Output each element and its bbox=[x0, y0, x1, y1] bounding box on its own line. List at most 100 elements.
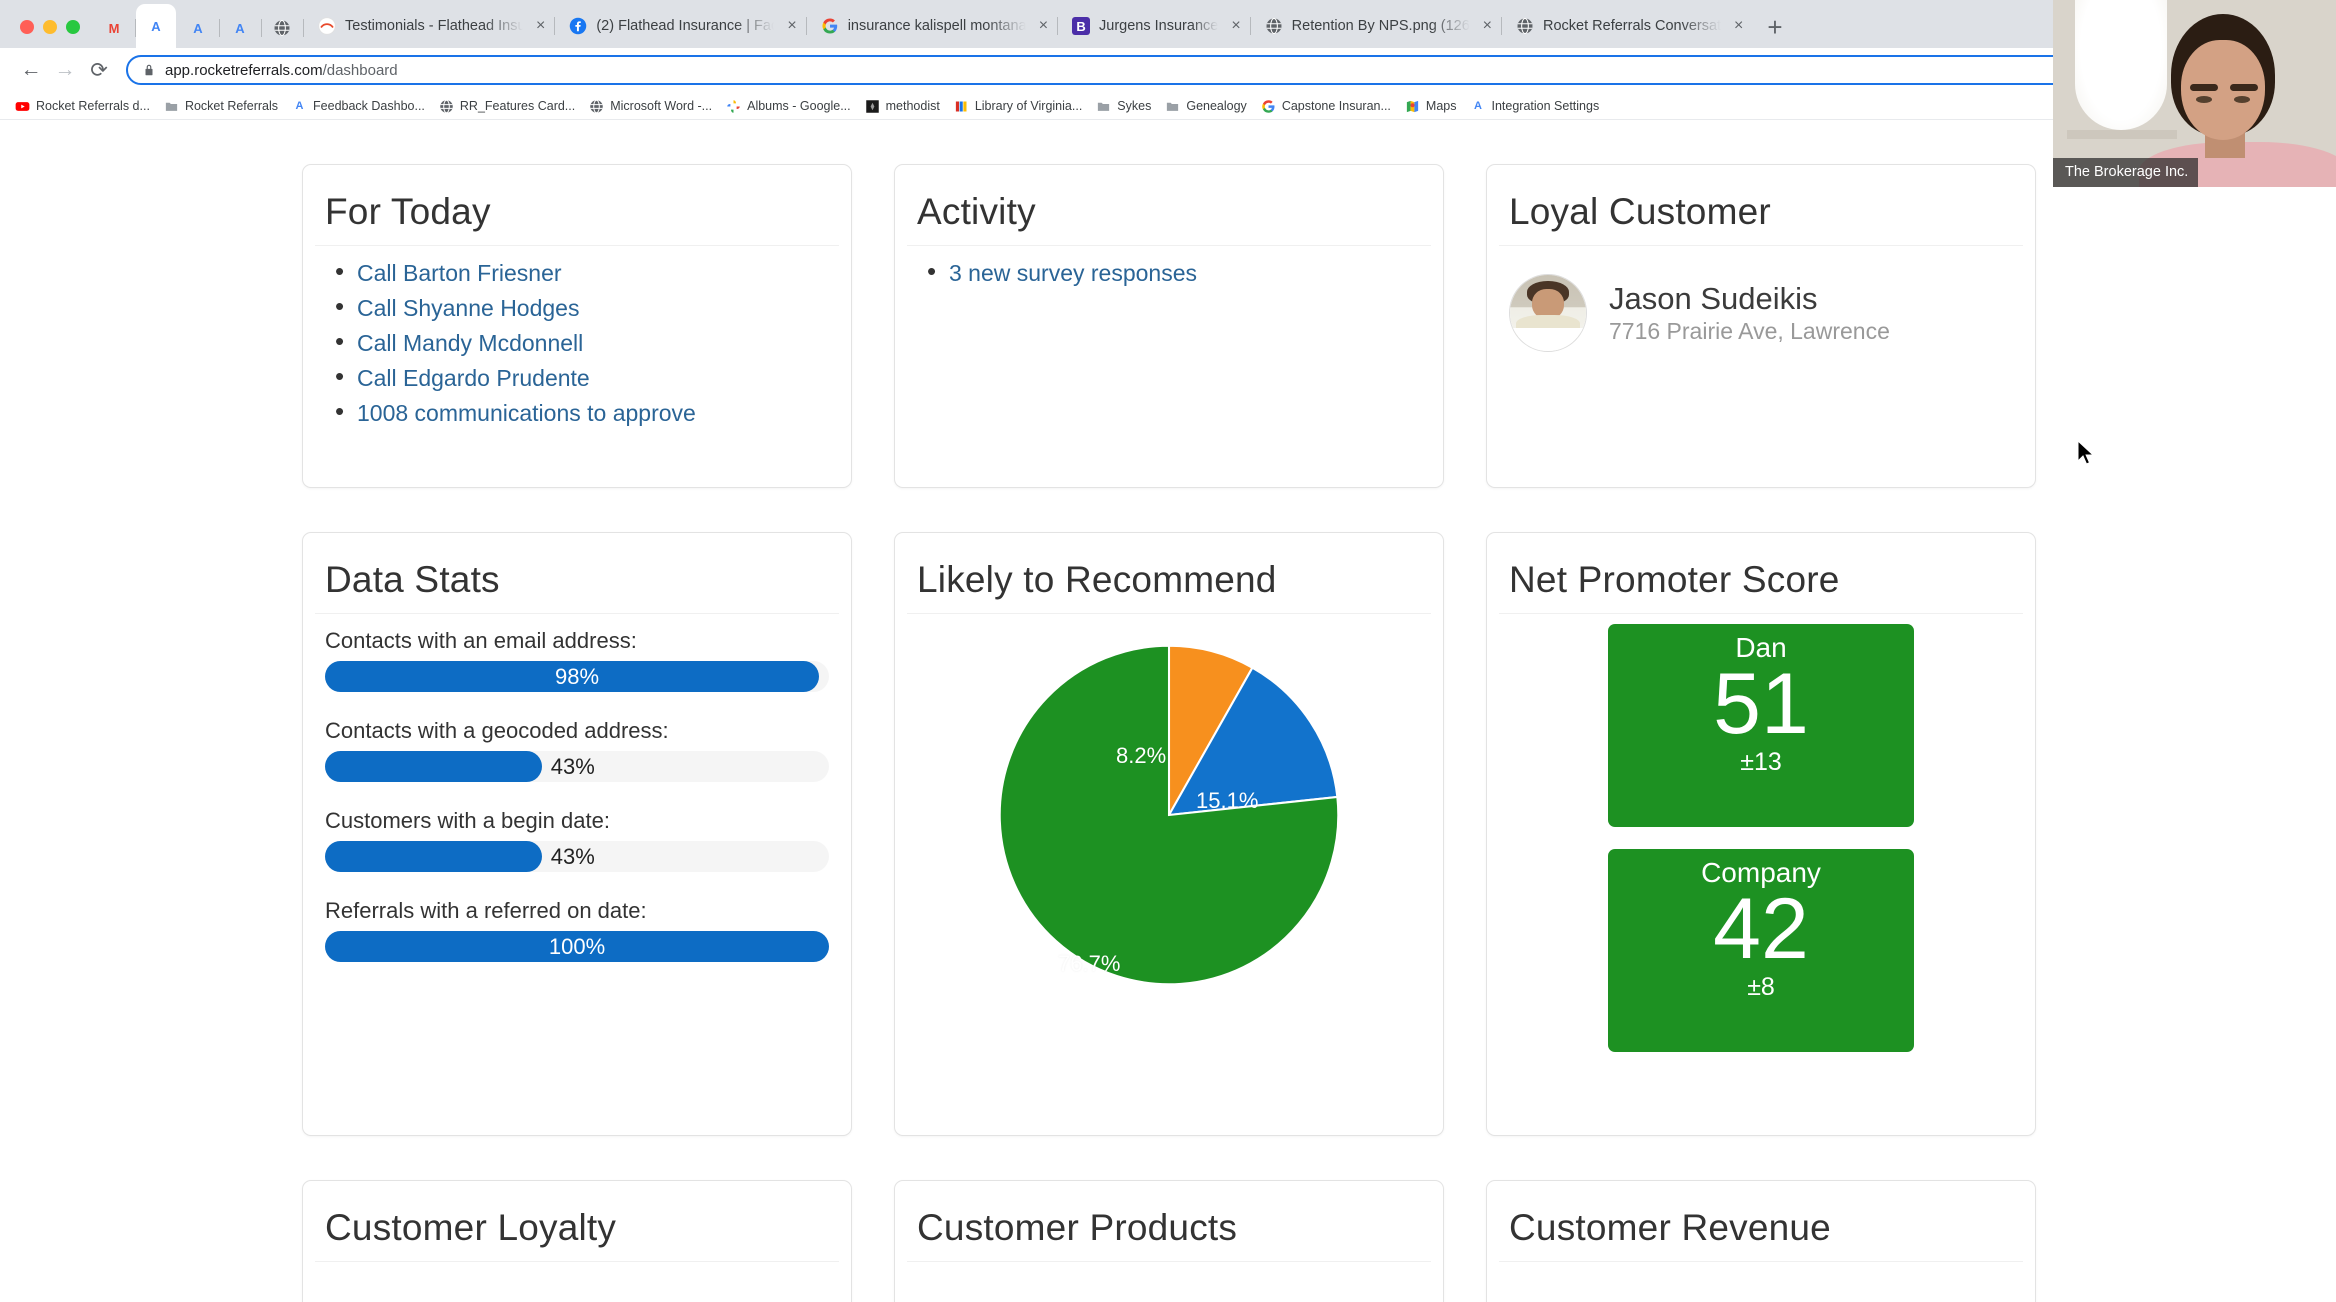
bookmark-item[interactable]: methodist bbox=[858, 97, 947, 116]
bookmark-item[interactable]: Capstone Insuran... bbox=[1254, 97, 1398, 116]
nps-tile-dan[interactable]: Dan 51 ±13 bbox=[1608, 624, 1914, 827]
activity-link[interactable]: 3 new survey responses bbox=[949, 260, 1197, 286]
nps-margin: ±13 bbox=[1740, 748, 1782, 777]
bookmark-item[interactable]: Rocket Referrals d... bbox=[8, 97, 157, 116]
bookmark-item[interactable]: Genealogy bbox=[1158, 97, 1253, 116]
for-today-link[interactable]: 1008 communications to approve bbox=[357, 400, 696, 426]
browser-window: M A A A Testimonials - Flathead Insu × (… bbox=[0, 0, 2336, 1302]
nps-tile-company[interactable]: Company 42 ±8 bbox=[1608, 849, 1914, 1052]
webcam-overlay[interactable]: The Brokerage Inc. bbox=[2053, 0, 2336, 187]
window-controls bbox=[10, 20, 94, 48]
forward-button[interactable]: → bbox=[48, 53, 82, 87]
gmail-pinned-tab[interactable]: M bbox=[94, 8, 136, 48]
globe-icon bbox=[1266, 17, 1282, 35]
list-item: Call Edgardo Prudente bbox=[325, 363, 829, 392]
data-stats-card: Data Stats Contacts with an email addres… bbox=[302, 532, 852, 1136]
address-bar[interactable]: app.rocketreferrals.com/dashboard bbox=[126, 55, 2257, 85]
tab-label: (2) Flathead Insurance | Facebook bbox=[596, 18, 774, 34]
bookmark-item[interactable]: Library of Virginia... bbox=[947, 97, 1089, 116]
globe-icon bbox=[1517, 17, 1533, 35]
dashboard-page: For Today Call Barton Friesner Call Shya… bbox=[0, 120, 2336, 1302]
rocket-referrals-icon bbox=[318, 17, 336, 35]
list-item: Call Shyanne Hodges bbox=[325, 293, 829, 322]
bitmoji-icon: B bbox=[1072, 17, 1091, 35]
loyal-customer-row[interactable]: Jason Sudeikis 7716 Prairie Ave, Lawrenc… bbox=[1509, 260, 2013, 352]
docs-pinned-tab-3[interactable]: A bbox=[220, 8, 262, 48]
back-button[interactable]: ← bbox=[14, 53, 48, 87]
bookmark-item[interactable]: Maps bbox=[1398, 97, 1464, 116]
data-stats-title: Data Stats bbox=[325, 559, 500, 600]
bookmark-label: Microsoft Word -... bbox=[610, 99, 713, 113]
close-window-button[interactable] bbox=[20, 20, 34, 34]
close-tab-button[interactable]: × bbox=[1035, 18, 1052, 34]
folder-icon bbox=[165, 102, 178, 111]
list-item: Call Mandy Mcdonnell bbox=[325, 328, 829, 357]
pie-svg bbox=[998, 644, 1340, 986]
folder-icon bbox=[1167, 102, 1179, 111]
bookmark-label: Feedback Dashbo... bbox=[313, 99, 425, 113]
reload-button[interactable]: ⟳ bbox=[82, 53, 116, 87]
tab-testimonials[interactable]: Testimonials - Flathead Insurance × bbox=[304, 4, 555, 48]
bookmark-label: methodist bbox=[885, 99, 940, 113]
bookmark-item[interactable]: Sykes bbox=[1089, 97, 1158, 116]
tab-rocket-referrals-conversations[interactable]: Rocket Referrals Conversations × bbox=[1501, 4, 1753, 48]
for-today-link[interactable]: Call Shyanne Hodges bbox=[357, 295, 579, 321]
google-icon bbox=[1262, 99, 1275, 113]
list-item: 1008 communications to approve bbox=[325, 398, 829, 427]
pie-label-promoters: 76.7% bbox=[1058, 951, 1121, 976]
docs-pinned-tab-1[interactable]: A bbox=[136, 4, 176, 48]
maximize-window-button[interactable] bbox=[66, 20, 80, 34]
close-tab-button[interactable]: × bbox=[1227, 18, 1244, 34]
bookmark-item[interactable]: Albums - Google... bbox=[719, 97, 858, 116]
likely-to-recommend-pie-chart[interactable]: 8.2% 15.1% 76.7% bbox=[998, 644, 1340, 986]
for-today-link[interactable]: Call Mandy Mcdonnell bbox=[357, 330, 583, 356]
pie-label-passives: 8.2% bbox=[1116, 743, 1167, 768]
stat-referred-on-date: Referrals with a referred on date: 100% bbox=[325, 898, 829, 962]
bookmarks-bar: Rocket Referrals d... Rocket Referrals A… bbox=[0, 93, 2336, 120]
customer-loyalty-title: Customer Loyalty bbox=[325, 1207, 617, 1248]
docs-icon: A bbox=[151, 18, 161, 34]
tab-jurgens-insurance[interactable]: B Jurgens Insurance × bbox=[1057, 4, 1251, 48]
tab-retention-by-nps[interactable]: Retention By NPS.png (1264×... × bbox=[1249, 4, 1502, 48]
bookmark-item[interactable]: A Feedback Dashbo... bbox=[285, 97, 432, 116]
close-tab-button[interactable]: × bbox=[783, 18, 800, 34]
minimize-window-button[interactable] bbox=[43, 20, 57, 34]
new-tab-button[interactable]: + bbox=[1753, 14, 1796, 48]
nps-value: 42 bbox=[1713, 880, 1809, 977]
progress-bar: 43% bbox=[325, 841, 829, 872]
tab-facebook[interactable]: (2) Flathead Insurance | Facebook × bbox=[554, 4, 806, 48]
close-tab-button[interactable]: × bbox=[532, 18, 549, 34]
for-today-link[interactable]: Call Barton Friesner bbox=[357, 260, 562, 286]
tab-label: Rocket Referrals Conversations bbox=[1543, 18, 1722, 34]
stat-value: 98% bbox=[554, 663, 600, 689]
progress-bar: 98% bbox=[325, 661, 829, 692]
tab-label: Testimonials - Flathead Insurance bbox=[345, 18, 523, 34]
bookmark-item[interactable]: Rocket Referrals bbox=[157, 97, 285, 116]
bookmark-item[interactable]: RR_Features Card... bbox=[432, 97, 582, 116]
gmail-icon: M bbox=[108, 20, 120, 36]
bookmark-label: Sykes bbox=[1117, 99, 1152, 113]
docs-pinned-tab-2[interactable]: A bbox=[178, 8, 220, 48]
bookmark-label: Albums - Google... bbox=[747, 99, 851, 113]
loyal-customer-title: Loyal Customer bbox=[1509, 191, 1771, 232]
nps-value: 51 bbox=[1713, 655, 1809, 752]
bookmark-item[interactable]: A Integration Settings bbox=[1464, 97, 1607, 116]
for-today-link[interactable]: Call Edgardo Prudente bbox=[357, 365, 590, 391]
tab-google-search[interactable]: insurance kalispell montana - Google Sea… bbox=[805, 4, 1058, 48]
divider bbox=[1499, 1261, 2023, 1262]
dashboard-row-2: Data Stats Contacts with an email addres… bbox=[0, 488, 2336, 1136]
list-item: 3 new survey responses bbox=[917, 258, 1421, 287]
docs-icon: A bbox=[295, 99, 304, 112]
stat-label: Contacts with an email address: bbox=[325, 628, 637, 653]
dark-icon bbox=[865, 99, 879, 113]
close-tab-button[interactable]: × bbox=[1479, 18, 1496, 34]
progress-bar: 100% bbox=[325, 931, 829, 962]
bookmark-label: Library of Virginia... bbox=[974, 99, 1083, 113]
avatar bbox=[1509, 274, 1587, 352]
docs-icon: A bbox=[1474, 99, 1482, 112]
close-tab-button[interactable]: × bbox=[1730, 18, 1747, 34]
stat-geocoded-address: Contacts with a geocoded address: 43% bbox=[325, 718, 829, 782]
customer-products-title: Customer Products bbox=[917, 1207, 1238, 1248]
globe-pinned-tab[interactable] bbox=[262, 8, 304, 48]
bookmark-item[interactable]: Microsoft Word -... bbox=[582, 97, 719, 116]
